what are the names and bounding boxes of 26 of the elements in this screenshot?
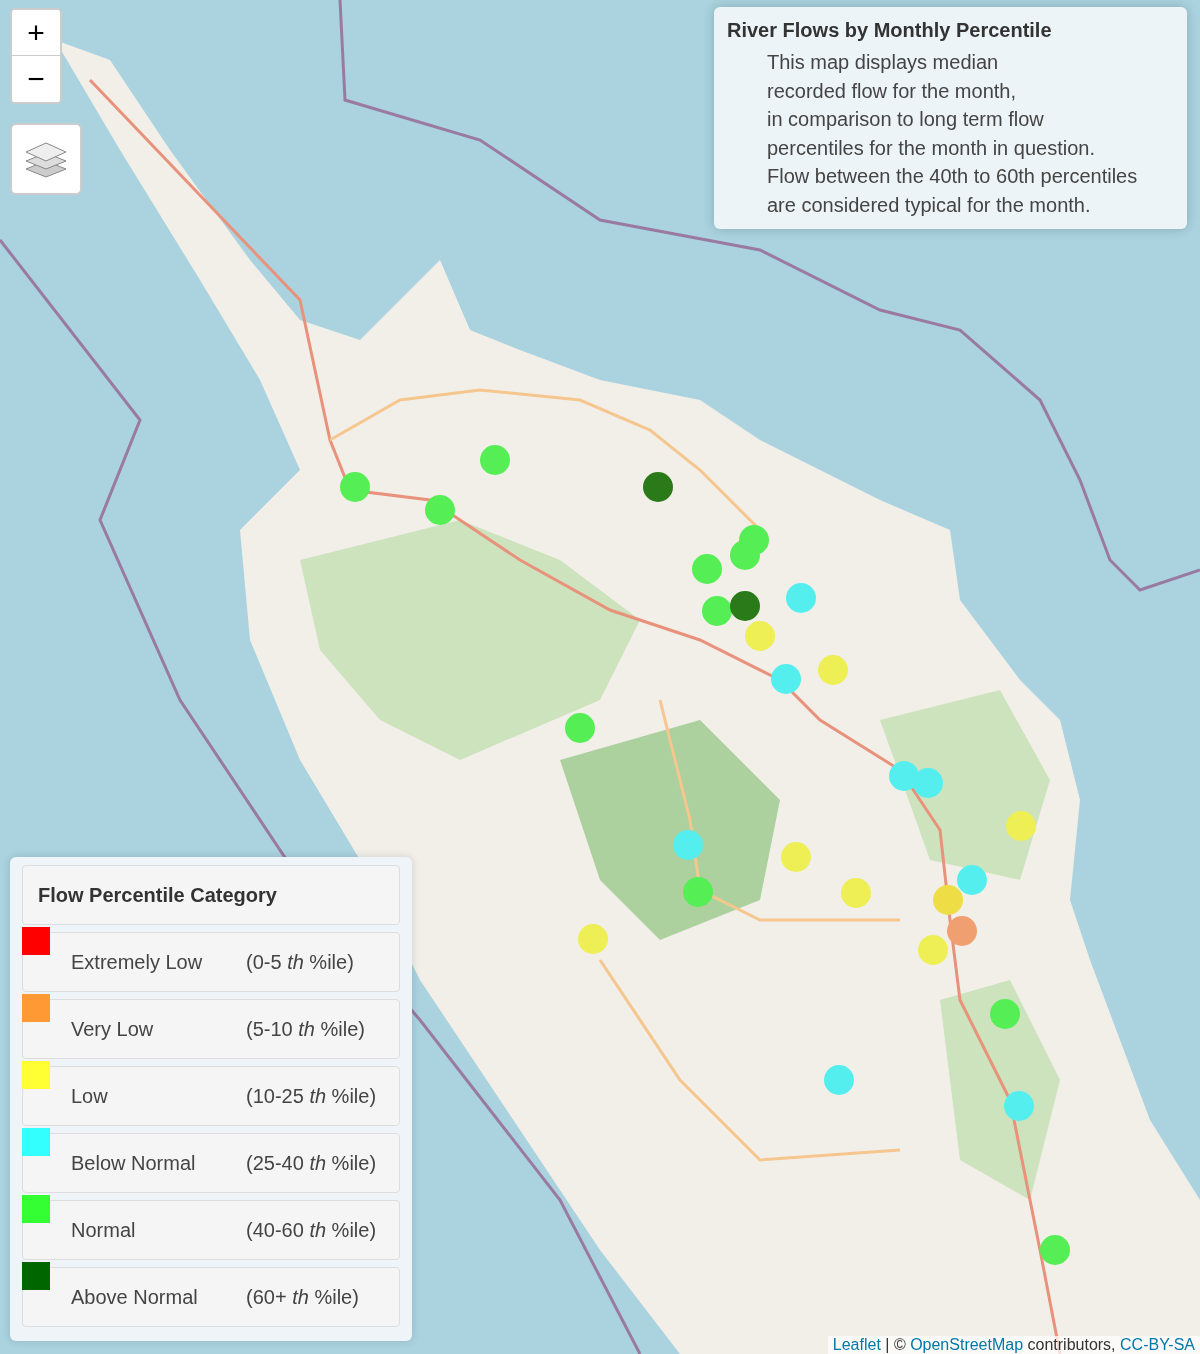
info-text: Flow between the 40th to 60th percentiles: [766, 164, 1139, 189]
category-label: Extremely Low: [71, 950, 204, 974]
category-label: Low: [71, 1084, 109, 1108]
info-text: percentiles for the month in question.: [766, 135, 1096, 161]
category-label: Very Low: [71, 1017, 155, 1041]
percentile-range: (60+ th %ile): [246, 1285, 360, 1309]
category-label: Above Normal: [71, 1285, 199, 1309]
leaflet-link[interactable]: Leaflet: [832, 1336, 881, 1353]
attribution: Leaflet | © OpenStreetMap contributors, CC-BY-SA: [827, 1336, 1200, 1354]
category-label: Below Normal: [71, 1151, 197, 1175]
info-text: are considered typical for the month.: [766, 192, 1092, 218]
percentile-range: (5-10 th %ile): [246, 1017, 366, 1041]
info-text: This map displays median: [766, 50, 1000, 75]
license-link[interactable]: CC-BY-SA: [1120, 1336, 1195, 1353]
info-text: in comparison to long term flow: [766, 107, 1045, 132]
layers-button[interactable]: [10, 123, 82, 195]
category-label: Normal: [71, 1218, 137, 1242]
legend-title: Flow Percentile Category: [22, 865, 400, 925]
info-title: River Flows by Monthly Percentile: [727, 19, 1053, 42]
percentile-range: (0-5 th %ile): [246, 950, 355, 974]
percentile-range: (25-40 th %ile): [246, 1151, 378, 1175]
openstreetmap-link[interactable]: OpenStreetMap: [910, 1336, 1024, 1353]
percentile-range: (40-60 th %ile): [246, 1218, 378, 1242]
info-text: recorded flow for the month,: [766, 78, 1017, 104]
zoom-in-button[interactable]: +: [12, 10, 60, 56]
percentile-range: (10-25 th %ile): [246, 1084, 378, 1108]
